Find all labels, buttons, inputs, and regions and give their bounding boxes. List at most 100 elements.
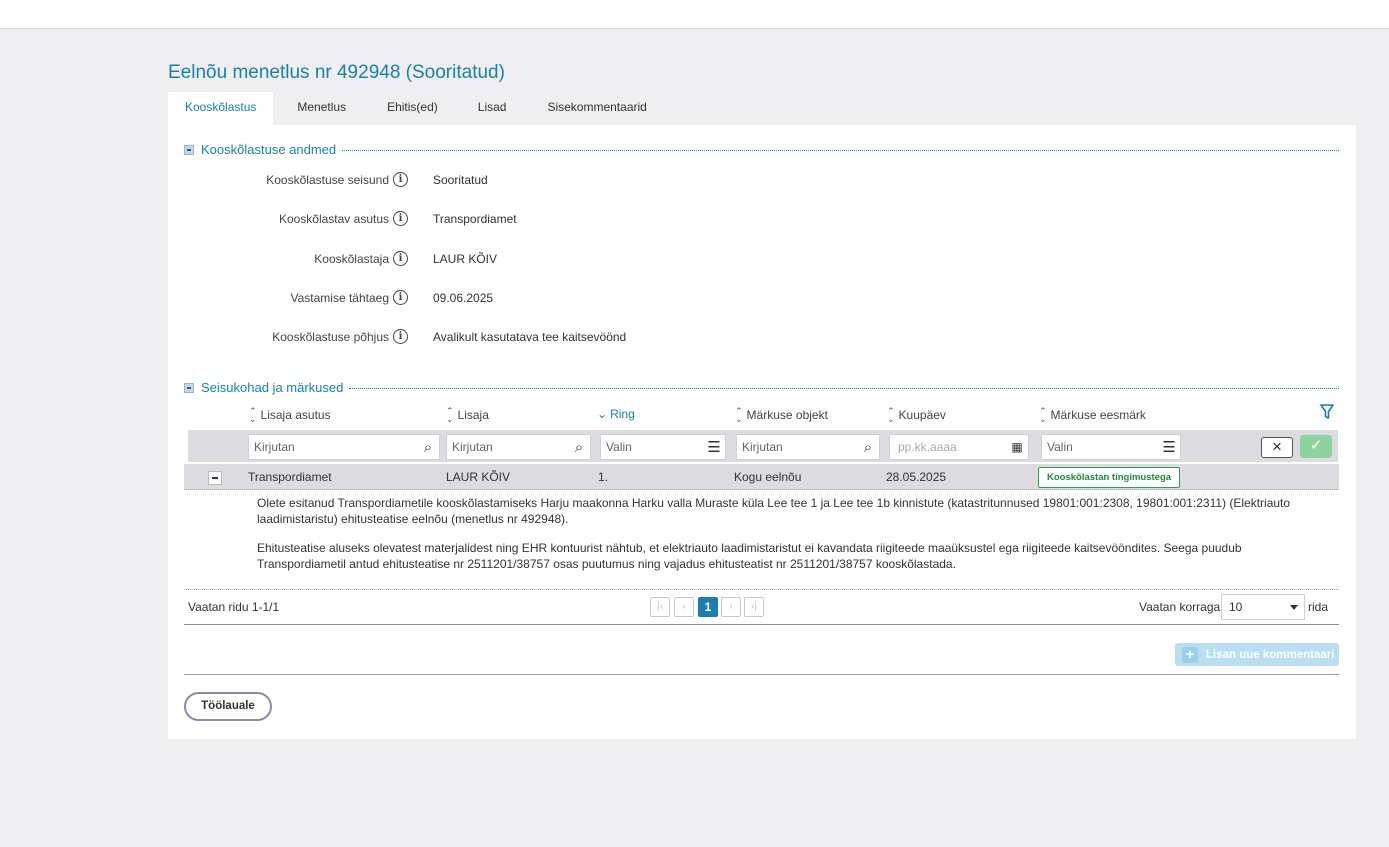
filter-lisaja-input[interactable]: Kirjutan ⌕ xyxy=(446,434,591,460)
field-value: Avalikult kasutatava tee kaitsevöönd xyxy=(433,330,627,344)
next-page-button[interactable]: › xyxy=(721,597,741,617)
chevron-down-icon xyxy=(1290,605,1298,610)
tab-lisad[interactable]: Lisad xyxy=(455,92,530,125)
sort-icon: ⌃ ⌄ xyxy=(249,406,257,424)
sort-icon: ⌃ ⌄ xyxy=(446,406,454,424)
filter-placeholder: Kirjutan xyxy=(254,440,295,454)
column-header-ring[interactable]: ⌄ Ring xyxy=(597,407,635,421)
field-value: 09.06.2025 xyxy=(433,291,494,305)
filter-objekt-input[interactable]: Kirjutan ⌕ xyxy=(736,434,880,460)
list-icon: ☰ xyxy=(707,439,721,456)
check-icon: ✓ xyxy=(1309,437,1323,454)
info-icon[interactable]: i xyxy=(393,251,408,266)
field-label: Kooskõlastav asutus xyxy=(278,211,389,226)
divider xyxy=(184,589,1339,590)
column-header-markuse-objekt[interactable]: ⌃ ⌄ Märkuse objekt xyxy=(735,406,828,424)
filter-placeholder: pp.kk.aaaa xyxy=(898,440,957,454)
rows-suffix: rida xyxy=(1308,600,1329,614)
close-icon: × xyxy=(1272,437,1282,456)
table-row[interactable]: Transpordiamet LAUR KÕIV 1. Kogu eelnõu … xyxy=(184,464,1339,490)
page-title: Eelnõu menetlus nr 492948 (Sooritatud) xyxy=(168,62,505,83)
filter-lisaja-asutus-input[interactable]: Kirjutan ⌕ xyxy=(248,434,440,460)
section-kooskolastuse-andmed-header[interactable]: Kooskõlastuse andmed xyxy=(184,142,1339,157)
status-badge: Kooskõlastan tingimustega xyxy=(1038,467,1181,488)
tab-sisekommentaarid[interactable]: Sisekommentaarid xyxy=(529,92,664,125)
field-label: Kooskõlastuse põhjus xyxy=(272,329,389,344)
field-label: Vastamise tähtaeg xyxy=(290,290,389,305)
field-kooskolastaja: Kooskõlastaja i LAUR KÕIV xyxy=(168,251,768,271)
tab-ehitised[interactable]: Ehitis(ed) xyxy=(370,92,455,125)
field-label: Kooskõlastuse seisund xyxy=(266,172,389,187)
comment-paragraph: Olete esitanud Transpordiametile kooskõl… xyxy=(257,496,1291,526)
info-icon[interactable]: i xyxy=(393,211,408,226)
column-label: Ring xyxy=(610,407,635,421)
table-bottom-divider xyxy=(184,624,1339,625)
top-bar xyxy=(0,0,1389,29)
per-page-value: 10 xyxy=(1229,600,1243,614)
column-header-lisaja-asutus[interactable]: ⌃ ⌄ Lisaja asutus xyxy=(249,406,331,424)
collapse-icon[interactable] xyxy=(184,382,194,393)
comment-paragraph: Ehitusteatise aluseks olevatest materjal… xyxy=(257,541,1242,571)
collapse-icon[interactable] xyxy=(184,144,194,155)
field-seisund: Kooskõlastuse seisund i Sooritatud xyxy=(168,172,768,192)
section-title: Kooskõlastuse andmed xyxy=(201,142,337,157)
column-header-markuse-eesmark[interactable]: ⌃ ⌄ Märkuse eesmärk xyxy=(1039,407,1146,424)
filter-ring-select[interactable]: Valin ☰ xyxy=(600,434,726,460)
column-label: Lisaja asutus xyxy=(260,408,331,422)
tab-bar: Kooskõlastus Menetlus Ehitis(ed) Lisad S… xyxy=(168,92,665,125)
filter-row: Kirjutan ⌕ Kirjutan ⌕ Valin ☰ Kirjutan ⌕… xyxy=(188,430,1338,462)
column-label: Kuupäev xyxy=(898,408,946,422)
section-seisukohad-header[interactable]: Seisukohad ja märkused xyxy=(184,380,1339,395)
page-number-button[interactable]: 1 xyxy=(698,597,718,617)
collapse-row-icon[interactable] xyxy=(208,471,222,485)
section-title: Seisukohad ja märkused xyxy=(201,380,344,395)
filter-eesmark-select[interactable]: Valin ☰ xyxy=(1041,434,1181,460)
search-icon: ⌕ xyxy=(863,438,873,456)
back-to-desktop-button[interactable]: Töölauale xyxy=(184,692,272,721)
last-page-button[interactable]: ›| xyxy=(744,597,764,617)
prev-page-button[interactable]: ‹ xyxy=(674,597,694,617)
info-icon[interactable]: i xyxy=(393,290,408,305)
apply-filter-button[interactable]: ✓ xyxy=(1300,435,1332,458)
cell-objekt: Kogu eelnõu xyxy=(734,470,802,484)
search-icon: ⌕ xyxy=(423,438,433,456)
footer-divider xyxy=(184,674,1339,675)
sort-icon: ⌃ ⌄ xyxy=(735,406,743,424)
info-icon[interactable]: i xyxy=(393,329,408,344)
column-label: Märkuse objekt xyxy=(746,408,828,422)
field-pohjus: Kooskõlastuse põhjus i Avalikult kasutata… xyxy=(168,329,768,349)
filter-funnel-icon[interactable] xyxy=(1320,404,1334,420)
column-header-lisaja[interactable]: ⌃ ⌄ Lisaja xyxy=(446,406,489,424)
list-icon: ☰ xyxy=(1162,439,1176,456)
filter-placeholder: Kirjutan xyxy=(742,440,783,454)
field-value: Sooritatud xyxy=(433,173,488,187)
per-page-label: Vaatan korraga xyxy=(1139,600,1221,614)
field-asutus: Kooskõlastav asutus i Transpordiamet xyxy=(168,211,768,231)
calendar-icon[interactable]: ▦ xyxy=(1006,440,1028,454)
column-label: Lisaja xyxy=(457,408,489,422)
cell-kuupaev: 28.05.2025 xyxy=(886,470,947,484)
field-value: Transpordiamet xyxy=(433,212,517,226)
clear-filter-button[interactable]: × xyxy=(1261,437,1293,458)
field-label: Kooskõlastaja xyxy=(314,251,389,266)
pager-summary: Vaatan ridu 1-1/1 xyxy=(188,600,280,614)
per-page-select[interactable]: 10 xyxy=(1221,594,1305,620)
tab-kooskolastus[interactable]: Kooskõlastus xyxy=(168,92,274,125)
first-page-button[interactable]: |‹ xyxy=(650,597,670,617)
cell-lisaja: LAUR KÕIV xyxy=(446,470,511,484)
column-header-kuupaev[interactable]: ⌃ ⌄ Kuupäev xyxy=(887,406,946,424)
tab-menetlus[interactable]: Menetlus xyxy=(273,92,370,125)
search-icon: ⌕ xyxy=(574,438,584,456)
add-comment-button[interactable]: + Lisan uue kommentaari xyxy=(1175,643,1339,666)
filter-placeholder: Kirjutan xyxy=(452,440,493,454)
field-tahtaeg: Vastamise tähtaeg i 09.06.2025 xyxy=(168,290,768,310)
column-label: Märkuse eesmärk xyxy=(1050,408,1146,422)
cell-ring: 1. xyxy=(598,470,609,484)
info-icon[interactable]: i xyxy=(393,172,408,187)
sort-icon: ⌃ ⌄ xyxy=(887,406,895,424)
section-divider xyxy=(349,388,1339,389)
add-comment-label: Lisan uue kommentaari xyxy=(1206,648,1335,661)
filter-kuupaev-input[interactable]: pp.kk.aaaa ▦ xyxy=(889,434,1029,460)
section-divider xyxy=(342,150,1339,151)
chevron-down-icon: ⌄ xyxy=(597,407,608,421)
